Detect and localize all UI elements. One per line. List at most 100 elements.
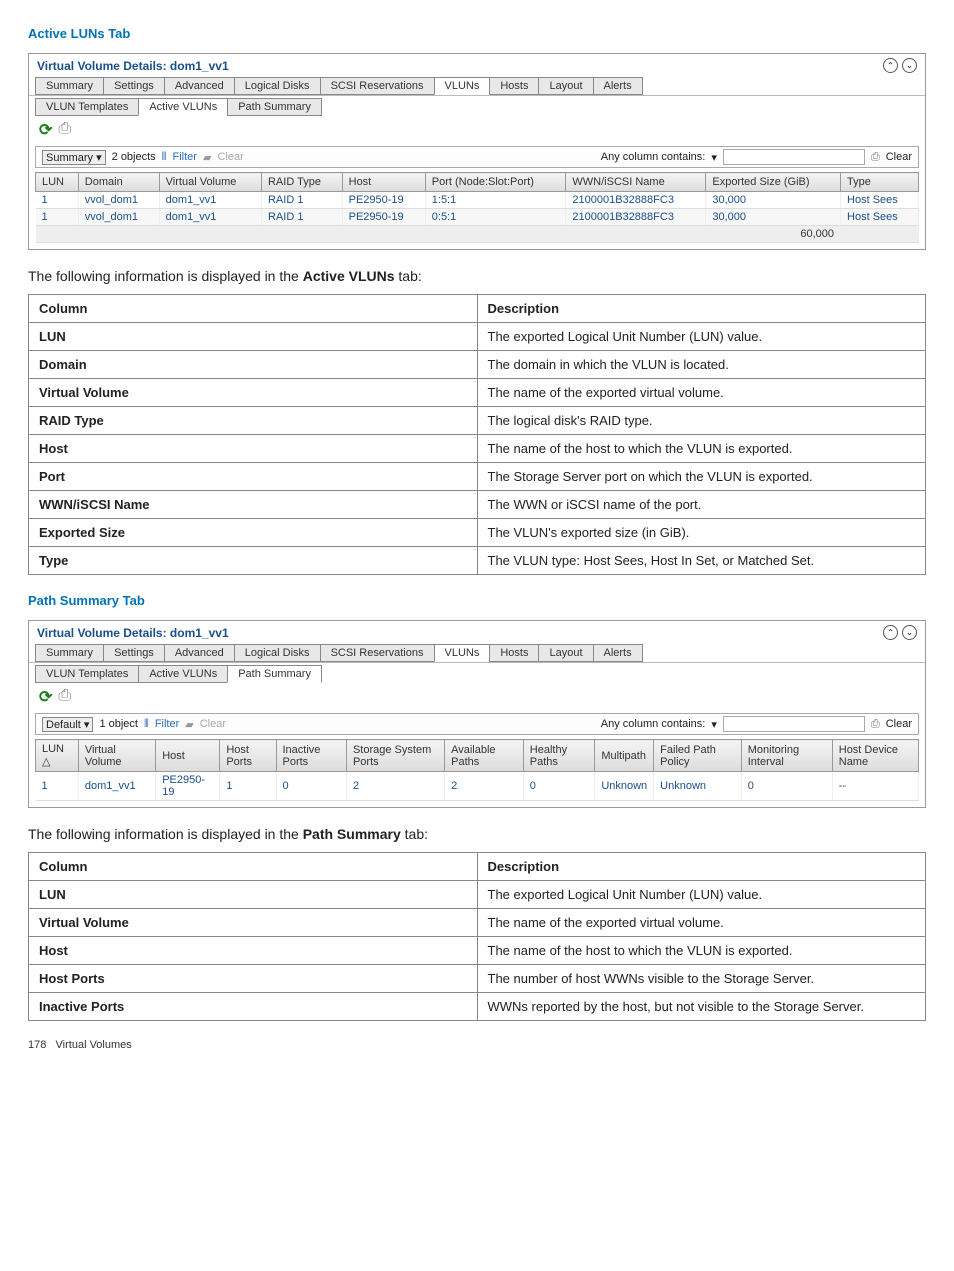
cell: dom1_vv1 [159, 192, 261, 209]
refresh-icon[interactable]: ⟳ [39, 687, 52, 707]
cell: RAID 1 [261, 209, 342, 226]
desc-definition: The number of host WWNs visible to the S… [477, 965, 926, 993]
print-icon[interactable]: ⎙ [58, 687, 71, 707]
tab-alerts[interactable]: Alerts [593, 77, 643, 95]
filter-input[interactable] [723, 149, 865, 165]
collapse-up-icon[interactable]: ⌃ [883, 58, 898, 73]
tab-alerts[interactable]: Alerts [593, 644, 643, 662]
column-header[interactable]: WWN/iSCSI Name [566, 173, 706, 192]
desc-term: WWN/iSCSI Name [29, 491, 478, 519]
table-row: Host PortsThe number of host WWNs visibl… [29, 965, 926, 993]
collapse-down-icon[interactable]: ⌄ [902, 625, 917, 640]
desc-definition: The logical disk's RAID type. [477, 407, 926, 435]
column-header[interactable]: Available Paths [445, 740, 524, 772]
tab-scsi-reservations[interactable]: SCSI Reservations [320, 644, 435, 662]
cell: 1 [36, 209, 79, 226]
collapse-up-icon[interactable]: ⌃ [883, 625, 898, 640]
printer-small-icon[interactable]: ⎙ [871, 151, 880, 164]
column-header[interactable]: Port (Node:Slot:Port) [425, 173, 566, 192]
column-header[interactable]: LUN [36, 173, 79, 192]
tab-advanced[interactable]: Advanced [164, 77, 235, 95]
tab-logical-disks[interactable]: Logical Disks [234, 77, 321, 95]
clear-filter[interactable]: Clear [200, 718, 226, 730]
desc-definition: The name of the exported virtual volume. [477, 379, 926, 407]
column-header[interactable]: Domain [78, 173, 159, 192]
filter-link[interactable]: Filter [155, 718, 179, 730]
filter-bar: Summary ▾ 2 objects ⦀ Filter ▰ Clear Any… [35, 146, 919, 168]
table-row: HostThe name of the host to which the VL… [29, 937, 926, 965]
tab-advanced[interactable]: Advanced [164, 644, 235, 662]
tab-hosts[interactable]: Hosts [489, 644, 539, 662]
panel-title: Virtual Volume Details: dom1_vv1 [37, 59, 229, 73]
column-header[interactable]: Monitoring Interval [741, 740, 832, 772]
column-header[interactable]: Storage System Ports [346, 740, 444, 772]
view-dropdown[interactable]: Summary ▾ [42, 150, 106, 165]
tab-vluns[interactable]: VLUNs [434, 77, 491, 95]
column-header[interactable]: Host Ports [220, 740, 276, 772]
desc-term: Host Ports [29, 965, 478, 993]
tab-hosts[interactable]: Hosts [489, 77, 539, 95]
filter-link[interactable]: Filter [173, 151, 197, 163]
table-row[interactable]: 1vvol_dom1dom1_vv1RAID 1PE2950-191:5:121… [36, 192, 919, 209]
clear-right[interactable]: Clear [886, 718, 912, 730]
desc-term: Domain [29, 351, 478, 379]
column-header[interactable]: RAID Type [261, 173, 342, 192]
broom-icon[interactable]: ▰ [185, 718, 193, 731]
tab-path-summary[interactable]: Path Summary [227, 665, 322, 683]
table-row[interactable]: 1vvol_dom1dom1_vv1RAID 1PE2950-190:5:121… [36, 209, 919, 226]
collapse-down-icon[interactable]: ⌄ [902, 58, 917, 73]
table-row: WWN/iSCSI NameThe WWN or iSCSI name of t… [29, 491, 926, 519]
tab-layout[interactable]: Layout [538, 77, 593, 95]
tab-settings[interactable]: Settings [103, 644, 165, 662]
view-dropdown[interactable]: Default ▾ [42, 717, 93, 732]
cell: 0:5:1 [425, 209, 566, 226]
tab-scsi-reservations[interactable]: SCSI Reservations [320, 77, 435, 95]
print-icon[interactable]: ⎙ [58, 120, 71, 140]
column-header[interactable]: Healthy Paths [523, 740, 595, 772]
column-header[interactable]: Failed Path Policy [654, 740, 742, 772]
column-header[interactable]: Host [156, 740, 220, 772]
desc-term: Virtual Volume [29, 379, 478, 407]
column-header[interactable]: Host [342, 173, 425, 192]
exported-size-total: 60,000 [706, 226, 841, 243]
refresh-icon[interactable]: ⟳ [39, 120, 52, 140]
column-header[interactable]: Virtual Volume [159, 173, 261, 192]
filter-icon[interactable]: ⦀ [144, 718, 149, 731]
tab-summary[interactable]: Summary [35, 77, 104, 95]
tab-layout[interactable]: Layout [538, 644, 593, 662]
desc-term: Host [29, 937, 478, 965]
filter-bar: Default ▾ 1 object ⦀ Filter ▰ Clear Any … [35, 713, 919, 735]
tab-vluns[interactable]: VLUNs [434, 644, 491, 662]
desc-definition: The Storage Server port on which the VLU… [477, 463, 926, 491]
table-row: Virtual VolumeThe name of the exported v… [29, 379, 926, 407]
filter-icon[interactable]: ⦀ [162, 151, 167, 164]
any-column-dropdown-icon[interactable]: ▾ [711, 718, 717, 731]
table-row[interactable]: 1dom1_vv1PE2950-1910220UnknownUnknown0-- [36, 772, 919, 801]
printer-small-icon[interactable]: ⎙ [871, 718, 880, 731]
clear-right[interactable]: Clear [886, 151, 912, 163]
tab-summary[interactable]: Summary [35, 644, 104, 662]
tab-settings[interactable]: Settings [103, 77, 165, 95]
object-count: 2 objects [112, 151, 156, 163]
column-header[interactable]: Type [841, 173, 919, 192]
clear-filter[interactable]: Clear [217, 151, 243, 163]
column-header[interactable]: Exported Size (GiB) [706, 173, 841, 192]
tab-vlun-templates[interactable]: VLUN Templates [35, 98, 139, 116]
desc-term: RAID Type [29, 407, 478, 435]
column-header[interactable]: Virtual Volume [78, 740, 155, 772]
any-column-dropdown-icon[interactable]: ▾ [711, 151, 717, 164]
tab-logical-disks[interactable]: Logical Disks [234, 644, 321, 662]
filter-input[interactable] [723, 716, 865, 732]
desc-term: Type [29, 547, 478, 575]
tab-path-summary[interactable]: Path Summary [227, 98, 322, 116]
cell: vvol_dom1 [78, 209, 159, 226]
tab-active-vluns[interactable]: Active VLUNs [138, 665, 228, 683]
column-header[interactable]: Multipath [595, 740, 654, 772]
tab-vlun-templates[interactable]: VLUN Templates [35, 665, 139, 683]
object-count: 1 object [99, 718, 138, 730]
column-header[interactable]: Host Device Name [832, 740, 918, 772]
column-header[interactable]: LUN △ [36, 740, 79, 772]
column-header[interactable]: Inactive Ports [276, 740, 346, 772]
broom-icon[interactable]: ▰ [203, 151, 211, 164]
tab-active-vluns[interactable]: Active VLUNs [138, 98, 228, 116]
